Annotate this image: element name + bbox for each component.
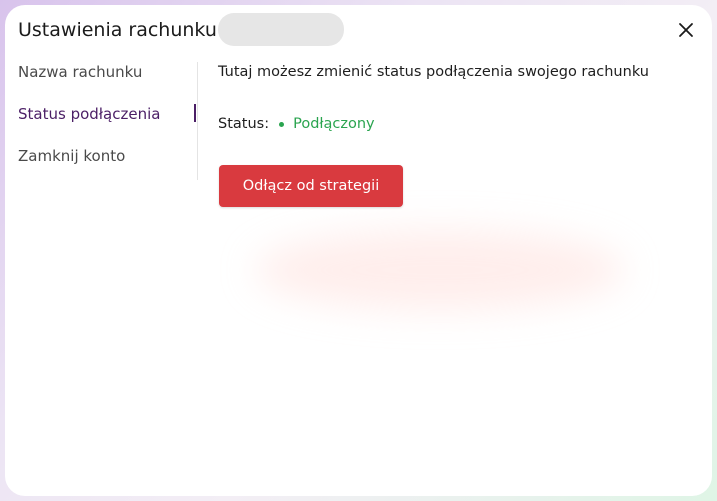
status-value: Podłączony xyxy=(293,116,375,132)
masked-account-name xyxy=(218,13,344,46)
nav-item-label: Zamknij konto xyxy=(18,147,126,165)
disconnect-strategy-button[interactable]: Odłącz od strategii xyxy=(219,165,403,207)
close-icon xyxy=(679,23,693,37)
modal-title: Ustawienia rachunku xyxy=(18,19,224,41)
nav-item-connection-status[interactable]: Status podłączenia xyxy=(18,104,198,146)
status-dot-icon xyxy=(279,121,285,127)
modal-title-text: Ustawienia rachunku xyxy=(18,19,217,41)
settings-content: Tutaj możesz zmienić status podłączenia … xyxy=(218,62,649,207)
status-row: Status: Podłączony xyxy=(218,114,649,134)
nav-item-account-name[interactable]: Nazwa rachunku xyxy=(18,62,198,104)
nav-divider xyxy=(197,62,198,180)
close-button[interactable] xyxy=(676,20,696,40)
nav-item-label: Status podłączenia xyxy=(18,105,161,123)
active-nav-indicator xyxy=(194,104,196,122)
nav-item-label: Nazwa rachunku xyxy=(18,63,143,81)
status-label: Status: xyxy=(218,116,270,132)
account-settings-modal: Ustawienia rachunku Nazwa rachunku Statu… xyxy=(5,5,712,496)
background-glow xyxy=(255,230,625,310)
content-description: Tutaj możesz zmienić status podłączenia … xyxy=(218,64,649,80)
nav-item-close-account[interactable]: Zamknij konto xyxy=(18,146,198,188)
settings-nav: Nazwa rachunku Status podłączenia Zamkni… xyxy=(18,62,198,188)
